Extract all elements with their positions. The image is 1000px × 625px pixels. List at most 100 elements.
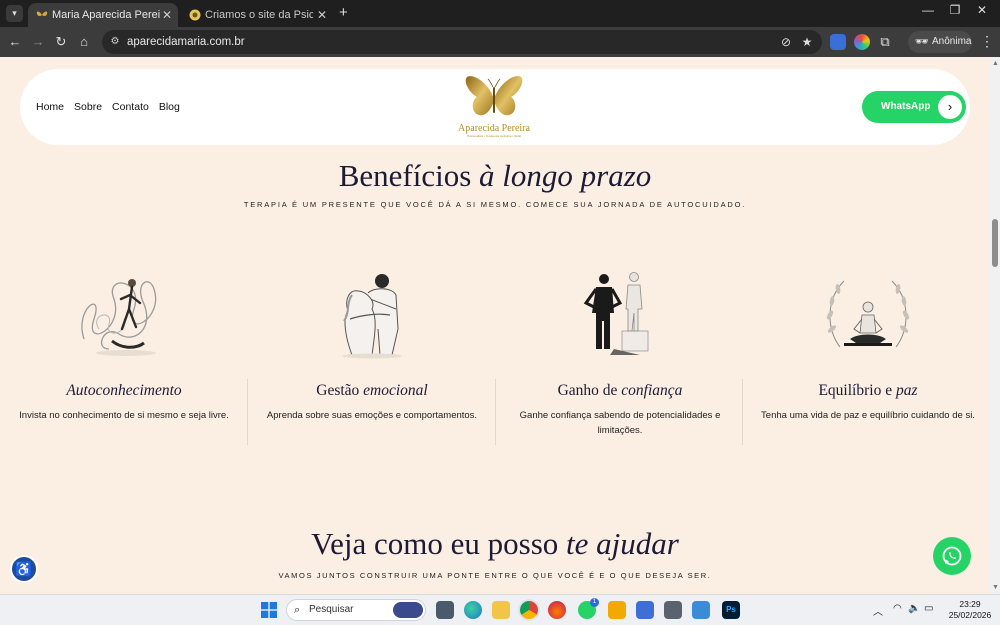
search-highlight-image (393, 602, 423, 618)
scroll-up-arrow-icon[interactable]: ▲ (992, 60, 999, 67)
bookmark-star-icon[interactable]: ★ (799, 34, 815, 50)
site-info-icon[interactable]: ⚙ (108, 35, 122, 49)
help-heading-plain: Veja como eu posso (311, 526, 567, 561)
volume-icon[interactable]: 🔈 (908, 603, 920, 614)
tab-close-icon[interactable]: ✕ (317, 3, 327, 27)
nav-home[interactable]: Home (36, 101, 64, 113)
calculator-icon[interactable] (664, 601, 682, 619)
new-tab-plus-icon[interactable]: + (339, 4, 348, 21)
benefit-divider (742, 379, 743, 445)
nav-blog[interactable]: Blog (159, 101, 180, 113)
benefit-title-plain: Equilíbrio e (818, 382, 896, 399)
help-subtitle: VAMOS JUNTOS CONSTRUIR UMA PONTE ENTRE O… (278, 571, 712, 580)
tab-maria-aparecida[interactable]: Maria Aparecida Pereira da Silva ✕ (28, 3, 178, 27)
page-scrollbar[interactable]: ▲ ▼ (990, 57, 1000, 594)
tray-chevron-up-icon[interactable]: ︿ (873, 603, 883, 618)
address-bar[interactable]: ⚙ aparecidamaria.com.br ⊘ ★ (102, 30, 822, 54)
benefit-title-italic: paz (895, 382, 918, 399)
reload-icon[interactable]: ↻ (52, 33, 70, 51)
whatsapp-notification-badge: 1 (590, 598, 599, 607)
whatsapp-label: WhatsApp (881, 101, 931, 112)
extension-blue-icon[interactable] (830, 34, 846, 50)
edge-browser-icon[interactable] (464, 601, 482, 619)
tab-close-icon[interactable]: ✕ (162, 3, 172, 27)
tab-title: Criamos o site da Psicanalista M (205, 9, 313, 21)
benefit-title-italic: Autoconhecimento (66, 382, 182, 399)
benefit-description: Ganhe confiança sabendo de potencialidad… (519, 410, 721, 436)
taskbar-search-placeholder: Pesquisar (309, 604, 354, 615)
browser-tab-bar: ▾ Maria Aparecida Pereira da Silva ✕ Cri… (0, 0, 1000, 27)
photos-icon[interactable] (692, 601, 710, 619)
tab-criamos-o-site[interactable]: Criamos o site da Psicanalista M ✕ (181, 3, 333, 27)
browser-menu-icon[interactable]: ⋮ (980, 33, 994, 50)
system-clock[interactable]: 23:29 25/02/2026 (946, 599, 994, 621)
benefit-card-ganho-de-confianca: Ganho de confiança Ganhe confiança saben… (496, 257, 744, 487)
search-icon: ⌕ (294, 604, 301, 616)
forward-arrow-icon[interactable]: → (29, 33, 47, 51)
incognito-icon: 🕶 (915, 36, 929, 48)
sublime-text-icon[interactable] (608, 601, 626, 619)
benefit-title-italic: confiança (621, 382, 683, 399)
benefit-card-equilibrio-e-paz: Equilíbrio e paz Tenha uma vida de paz e… (744, 257, 990, 487)
benefit-description: Aprenda sobre suas emoções e comportamen… (266, 410, 478, 421)
benefit-title-plain: Ganho de (557, 382, 622, 399)
help-heading: Veja como eu posso te ajudar (0, 526, 990, 562)
window-close-icon[interactable]: ✕ (972, 3, 992, 17)
taskbar-search[interactable]: ⌕ Pesquisar (286, 599, 426, 621)
floating-whatsapp-button[interactable] (933, 537, 971, 575)
site-logo[interactable]: Aparecida Pereira Psicanalista • Terapeu… (454, 73, 534, 143)
benefit-description: Tenha uma vida de paz e equilíbrio cuida… (761, 410, 975, 421)
browser-toolbar: ← → ↻ ⌂ ⚙ aparecidamaria.com.br ⊘ ★ ⧉ 🕶 … (0, 27, 1000, 57)
accessibility-icon: ♿ (15, 561, 33, 577)
main-nav: Home Sobre Contato Blog (36, 101, 180, 113)
scrollbar-thumb[interactable] (992, 219, 998, 267)
tab-title: Maria Aparecida Pereira da Silva (52, 9, 160, 21)
benefits-heading-italic: à longo prazo (479, 158, 652, 193)
confident-figures-illustration-icon (583, 272, 649, 355)
site-header: Home Sobre Contato Blog Aparecida Pereir… (20, 69, 970, 145)
notepad-icon[interactable] (636, 601, 654, 619)
tab-search-chevron-icon[interactable]: ▾ (6, 5, 23, 22)
eye-slash-icon[interactable]: ⊘ (778, 34, 794, 50)
profile-label: Anônima (932, 36, 972, 47)
url-text: aparecidamaria.com.br (127, 36, 245, 48)
butterfly-favicon-icon (36, 11, 48, 16)
benefit-title-italic: emocional (363, 382, 428, 399)
home-icon[interactable]: ⌂ (75, 33, 93, 51)
minimize-icon[interactable]: — (918, 3, 938, 17)
wifi-icon[interactable]: ◠ (893, 603, 902, 614)
help-heading-italic: te ajudar (566, 526, 679, 561)
battery-icon[interactable]: ▭ (924, 603, 933, 614)
benefit-title: Equilíbrio e paz (744, 382, 990, 400)
benefit-divider (247, 379, 248, 445)
back-arrow-icon[interactable]: ← (6, 33, 24, 51)
logo-tagline: Psicanalista • Terapeuta Holística • Rei… (467, 134, 521, 138)
nav-contato[interactable]: Contato (112, 101, 149, 113)
windows-taskbar: ⌕ Pesquisar 1 Ps ︿ ◠ 🔈 ▭ 23:29 25/02/202… (0, 594, 1000, 625)
chrome-browser-icon[interactable] (520, 601, 538, 619)
extensions-puzzle-icon[interactable]: ⧉ (876, 33, 894, 51)
extension-color-icon[interactable] (854, 34, 870, 50)
arrow-right-icon: › (938, 95, 962, 119)
benefit-title: Gestão emocional (248, 382, 496, 400)
nav-sobre[interactable]: Sobre (74, 101, 102, 113)
benefit-card-autoconhecimento: Autoconhecimento Invista no conhecimento… (0, 257, 248, 487)
incognito-profile-button[interactable]: 🕶 Anônima (908, 31, 972, 53)
task-view-icon[interactable] (436, 601, 454, 619)
photoshop-icon[interactable]: Ps (722, 601, 740, 619)
embracing-couple-illustration-icon (342, 274, 402, 359)
benefit-card-gestao-emocional: Gestão emocional Aprenda sobre suas emoç… (248, 257, 496, 487)
firefox-browser-icon[interactable] (548, 601, 566, 619)
file-explorer-icon[interactable] (492, 601, 510, 619)
benefits-heading-plain: Benefícios (338, 158, 480, 193)
accessibility-button[interactable]: ♿ (10, 555, 38, 583)
whatsapp-icon (942, 546, 962, 566)
windows-start-icon[interactable] (261, 602, 277, 618)
clock-time: 23:29 (959, 599, 981, 609)
restore-icon[interactable]: ❐ (945, 3, 965, 17)
benefit-description: Invista no conhecimento de si mesmo e se… (19, 410, 229, 421)
scroll-down-arrow-icon[interactable]: ▼ (992, 584, 999, 591)
logo-name: Aparecida Pereira (458, 123, 530, 134)
whatsapp-button[interactable]: WhatsApp › (862, 91, 966, 123)
benefits-heading: Benefícios à longo prazo (0, 158, 990, 194)
